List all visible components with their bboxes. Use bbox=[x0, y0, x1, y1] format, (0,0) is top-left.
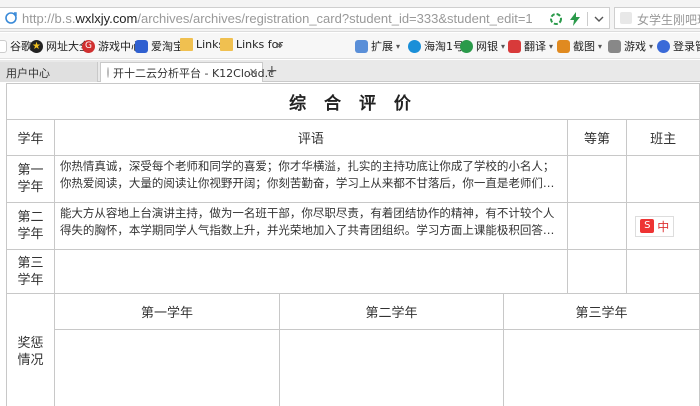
lightning-icon[interactable] bbox=[569, 12, 581, 26]
dropdown-arrow-icon: ▾ bbox=[549, 41, 554, 51]
extension-icon bbox=[355, 39, 368, 53]
divider bbox=[587, 12, 588, 26]
page-content: 综 合 评 价 学年 评语 等第 班主 第一 学年 你热情真诚，深受每个老师和同学… bbox=[0, 83, 700, 406]
teacher-cell[interactable] bbox=[626, 249, 700, 294]
search-field[interactable]: 女学生刚吧玩 bbox=[614, 7, 700, 29]
comment-line: 你热情真诚，深受每个老师和同学的喜爱；你才华横溢，扎实的主持功底让你成了学校的小… bbox=[59, 159, 555, 173]
bookmarks-more-button[interactable]: » bbox=[276, 38, 283, 52]
toolbar-games[interactable]: 游戏 ▾ bbox=[608, 38, 653, 54]
toolbar-bank[interactable]: 网银 ▾ bbox=[460, 38, 505, 54]
awards-year1-cell[interactable] bbox=[53, 329, 280, 406]
comment-line: 能大方从容地上台演讲主持，做为一名班干部，你尽职尽责，有着团结协作的精神，有不计… bbox=[59, 206, 555, 220]
gamepad-icon bbox=[608, 39, 621, 53]
awards-label: 奖惩 情况 bbox=[6, 293, 55, 406]
awards-year3-header: 第三学年 bbox=[503, 293, 700, 330]
scissors-icon bbox=[557, 39, 570, 53]
comment-line: 得失的胸怀，本学期同学人气指数上升，并光荣地加入了共青团组织。学习方面上课能极积… bbox=[59, 223, 555, 237]
folder-icon bbox=[220, 38, 233, 51]
grade-cell[interactable] bbox=[566, 202, 628, 250]
toolbar-login[interactable]: 登录管 bbox=[657, 38, 700, 54]
toolbar-label: 网银 bbox=[476, 40, 498, 53]
haitao-icon bbox=[408, 39, 421, 53]
table-row bbox=[7, 329, 700, 406]
star-icon: ★ bbox=[30, 39, 43, 53]
grade-cell[interactable] bbox=[566, 249, 628, 294]
header-comment: 评语 bbox=[53, 119, 568, 156]
search-engine-icon[interactable] bbox=[620, 12, 632, 24]
url-field[interactable]: http://b.s.wxlxjy.com/archives/archives/… bbox=[0, 7, 610, 29]
sogou-icon: S bbox=[640, 219, 655, 233]
folder-icon bbox=[180, 38, 193, 51]
google-icon bbox=[0, 39, 7, 53]
refresh-green-icon[interactable] bbox=[549, 12, 563, 26]
dropdown-arrow-icon: ▾ bbox=[501, 41, 506, 51]
page-favicon-icon bbox=[107, 67, 109, 78]
year-label: 第二 学年 bbox=[6, 202, 55, 250]
reload-icon[interactable] bbox=[4, 11, 18, 25]
toolbar-label: 扩展 bbox=[371, 40, 393, 53]
dropdown-arrow-icon: ▾ bbox=[598, 41, 603, 51]
toolbar-haitao[interactable]: 海淘1号 bbox=[408, 38, 464, 54]
table-row: 第三 学年 bbox=[6, 249, 700, 294]
year-label: 第三 学年 bbox=[6, 249, 55, 294]
grade-cell[interactable] bbox=[566, 155, 628, 203]
comment-line: 你热爱阅读，大量的阅读让你视野开阔；你刻苦勤奋，学习上从来都不甘落后，你一直是老… bbox=[59, 176, 555, 190]
comment-cell[interactable] bbox=[53, 249, 568, 294]
url-text[interactable]: http://b.s.wxlxjy.com/archives/archives/… bbox=[22, 11, 533, 26]
header-grade: 等第 bbox=[566, 119, 628, 156]
tab-bar: 用户中心 开十二云分析平台 - K12Cloud.c ✕ + bbox=[0, 60, 700, 82]
bookmark-google[interactable]: 谷歌 bbox=[0, 38, 32, 54]
bookmark-label: 谷歌 bbox=[10, 40, 32, 53]
bookmarks-bar: 谷歌 ★ 网址大全 G 游戏中心 爱淘宝 Links Links for » 扩… bbox=[0, 33, 700, 59]
toolbar-extension[interactable]: 扩展 ▾ bbox=[355, 38, 400, 54]
dropdown-arrow-icon: ▾ bbox=[649, 41, 654, 51]
tab-k12cloud[interactable]: 开十二云分析平台 - K12Cloud.c ✕ bbox=[100, 62, 274, 82]
search-placeholder: 女学生刚吧玩 bbox=[637, 13, 700, 27]
table-row: 第二 学年 能大方从容地上台演讲主持，做为一名班干部，你尽职尽责，有着团结协作的精… bbox=[6, 202, 700, 250]
toolbar-label: 海淘1号 bbox=[424, 40, 464, 53]
chevron-down-icon[interactable] bbox=[594, 14, 604, 24]
toolbar-screenshot[interactable]: 截图 ▾ bbox=[557, 38, 602, 54]
bookmark-links[interactable]: Links bbox=[180, 38, 224, 51]
close-icon[interactable]: ✕ bbox=[249, 66, 258, 79]
bookmark-links-for[interactable]: Links for bbox=[220, 38, 283, 51]
bookmark-games[interactable]: G 游戏中心 bbox=[82, 38, 142, 54]
bank-icon bbox=[460, 39, 473, 53]
toolbar-label: 翻译 bbox=[524, 40, 546, 53]
toolbar-label: 截图 bbox=[573, 40, 595, 53]
toolbar-label: 登录管 bbox=[673, 40, 700, 53]
table-row: 第一 学年 你热情真诚，深受每个老师和同学的喜爱；你才华横溢，扎实的主持功底让你成… bbox=[6, 155, 700, 203]
address-bar: http://b.s.wxlxjy.com/archives/archives/… bbox=[0, 0, 700, 32]
toolbar-translate[interactable]: 翻译 ▾ bbox=[508, 38, 553, 54]
awards-year2-header: 第二学年 bbox=[278, 293, 505, 330]
dropdown-arrow-icon: ▾ bbox=[396, 41, 401, 51]
more-chevron-icon: » bbox=[276, 38, 284, 52]
teacher-cell[interactable] bbox=[626, 155, 700, 203]
header-teacher: 班主 bbox=[626, 119, 700, 156]
badge-text: 中 bbox=[657, 219, 670, 234]
comment-cell[interactable]: 你热情真诚，深受每个老师和同学的喜爱；你才华横溢，扎实的主持功底让你成了学校的小… bbox=[53, 155, 568, 203]
page-title: 综 合 评 价 bbox=[6, 83, 700, 120]
new-tab-button[interactable]: + bbox=[266, 63, 278, 79]
awards-year1-header: 第一学年 bbox=[53, 293, 280, 330]
header-year: 学年 bbox=[6, 119, 55, 156]
login-icon bbox=[657, 39, 670, 53]
teacher-cell[interactable]: S 中 bbox=[626, 202, 700, 250]
tab-user-center[interactable]: 用户中心 bbox=[0, 62, 98, 82]
game-icon: G bbox=[82, 39, 95, 53]
tab-label: 用户中心 bbox=[6, 67, 50, 80]
year-label: 第一 学年 bbox=[6, 155, 55, 203]
translate-icon bbox=[508, 39, 521, 53]
awards-year2-cell[interactable] bbox=[278, 329, 505, 406]
comment-cell[interactable]: 能大方从容地上台演讲主持，做为一名班干部，你尽职尽责，有着团结协作的精神，有不计… bbox=[53, 202, 568, 250]
taobao-icon bbox=[135, 39, 148, 53]
bookmark-taobao[interactable]: 爱淘宝 bbox=[135, 38, 184, 54]
awards-year3-cell[interactable] bbox=[503, 329, 700, 406]
evaluation-table: 综 合 评 价 学年 评语 等第 班主 第一 学年 你热情真诚，深受每个老师和同学… bbox=[6, 83, 700, 406]
toolbar-label: 游戏 bbox=[624, 40, 646, 53]
bookmark-nav[interactable]: ★ 网址大全 bbox=[30, 38, 90, 54]
sogou-input-badge[interactable]: S 中 bbox=[635, 215, 675, 237]
